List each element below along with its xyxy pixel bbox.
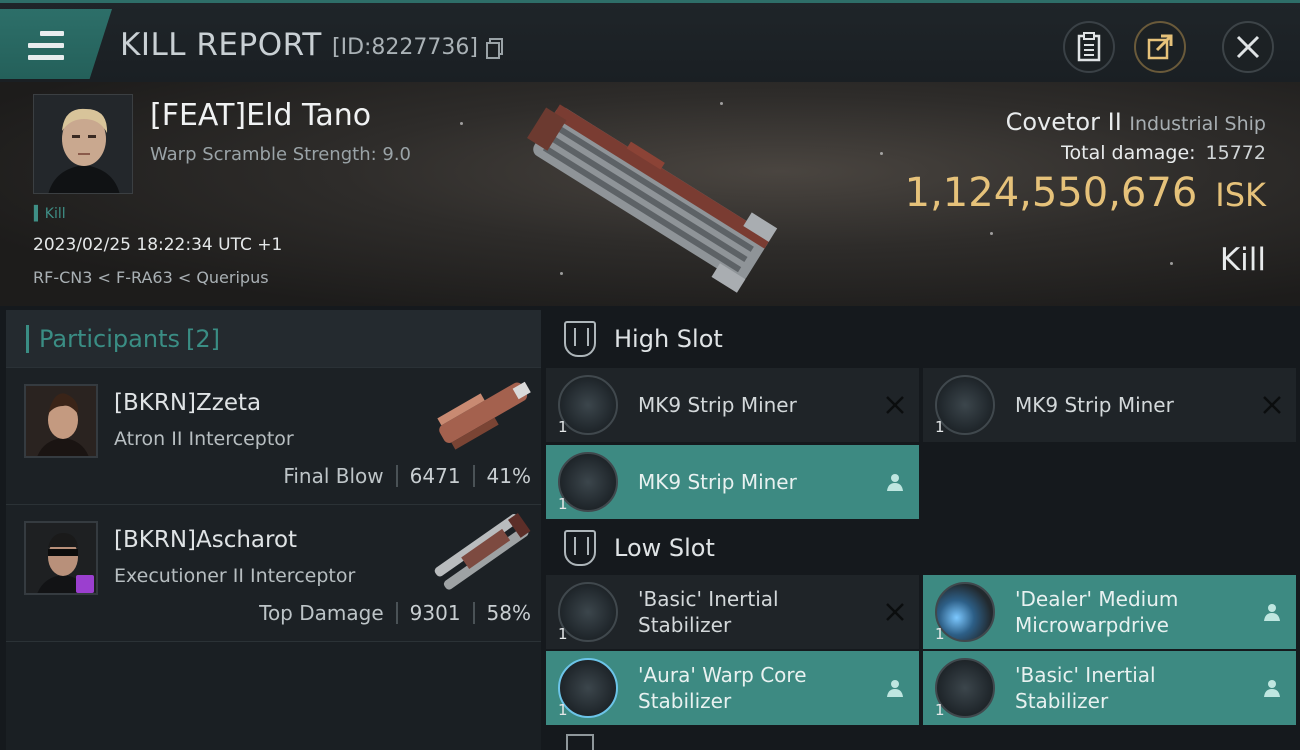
module-quantity: 1 — [558, 418, 568, 436]
total-damage-label: Total damage: — [1061, 142, 1196, 164]
destroyed-icon — [886, 396, 904, 414]
title-bar: KILL REPORT [ID:8227736] — [0, 0, 1300, 82]
kill-timestamp: 2023/02/25 18:22:34 UTC +1 — [33, 235, 283, 255]
total-damage: Total damage: 15772 — [1061, 142, 1266, 164]
share-icon — [1147, 34, 1173, 60]
module-item[interactable]: 1 'Basic' Inertial Stabilizer — [923, 651, 1296, 725]
low-slot-icon — [564, 530, 596, 566]
clipboard-button[interactable] — [1063, 21, 1115, 73]
module-quantity: 1 — [558, 495, 568, 513]
module-quantity: 1 — [935, 418, 945, 436]
high-slot-header: High Slot — [546, 310, 1300, 368]
participant-role: Top Damage — [259, 601, 384, 625]
participants-label: Participants — [39, 324, 180, 353]
participant-avatar[interactable] — [24, 521, 98, 595]
dropped-icon — [1264, 604, 1280, 621]
destroyed-icon — [1263, 396, 1281, 414]
participant-stats: Top Damage 9301 58% — [259, 601, 531, 625]
module-item[interactable]: 1 'Basic' Inertial Stabilizer — [546, 575, 919, 649]
participant-name[interactable]: [BKRN]Zzeta — [114, 390, 261, 416]
module-item[interactable]: 1 MK9 Strip Miner — [546, 445, 919, 519]
isk-value-row: 1,124,550,676 ISK — [905, 170, 1266, 216]
module-name: 'Basic' Inertial Stabilizer — [1015, 663, 1156, 713]
participant-ship: Atron II Interceptor — [114, 428, 294, 450]
module-item[interactable]: 1 'Dealer' Medium Microwarpdrive — [923, 575, 1296, 649]
participant-row[interactable]: [BKRN]Zzeta Atron II Interceptor Final B… — [6, 368, 541, 505]
module-name: 'Basic' Inertial Stabilizer — [638, 587, 779, 637]
participant-percent: 41% — [486, 464, 531, 488]
participant-percent: 58% — [486, 601, 531, 625]
module-name: MK9 Strip Miner — [638, 470, 797, 494]
window-title: KILL REPORT — [120, 27, 322, 63]
low-slot-title: Low Slot — [614, 534, 715, 562]
dropped-icon — [1264, 680, 1280, 697]
destroyed-icon — [886, 603, 904, 621]
module-quantity: 1 — [558, 625, 568, 643]
total-damage-value: 15772 — [1205, 142, 1266, 164]
fitting-panel: High Slot 1 MK9 Strip Miner 1 MK9 Strip … — [546, 310, 1300, 750]
participants-header[interactable]: Participants [2] — [6, 310, 541, 368]
dropped-icon — [887, 680, 903, 697]
victim-portrait[interactable] — [33, 94, 133, 194]
module-quantity: 1 — [935, 701, 945, 719]
next-slot-icon — [566, 734, 594, 750]
header-accent-bar — [26, 324, 29, 353]
victim-ship-name[interactable]: Covetor II — [1006, 108, 1122, 136]
isk-unit: ISK — [1215, 176, 1266, 214]
module-name: MK9 Strip Miner — [638, 393, 797, 417]
copy-icon[interactable] — [486, 38, 504, 60]
kill-location[interactable]: RF-CN3 < F-RA63 < Queripus — [33, 268, 269, 287]
participants-count: [2] — [185, 324, 220, 353]
participants-panel: Participants [2] [BKRN]Zzeta Atron II In… — [6, 310, 541, 750]
module-item[interactable]: 1 'Aura' Warp Core Stabilizer — [546, 651, 919, 725]
participant-ship-image[interactable] — [421, 511, 541, 591]
low-slot-header: Low Slot — [546, 519, 1300, 577]
high-slot-title: High Slot — [614, 325, 723, 353]
victim-ship-type: Industrial Ship — [1129, 113, 1266, 135]
module-quantity: 1 — [558, 701, 568, 719]
warp-scramble-strength: Warp Scramble Strength: 9.0 — [150, 144, 412, 165]
module-name: 'Dealer' Medium Microwarpdrive — [1015, 587, 1179, 637]
victim-banner: [FEAT]Eld Tano Warp Scramble Strength: 9… — [0, 82, 1300, 306]
participant-damage: 6471 — [409, 464, 461, 488]
dropped-icon — [887, 474, 903, 491]
module-name: 'Aura' Warp Core Stabilizer — [638, 663, 807, 713]
participant-stats: Final Blow 6471 41% — [283, 464, 531, 488]
close-icon — [1236, 35, 1260, 59]
share-button[interactable] — [1134, 21, 1186, 73]
participant-ship-image[interactable] — [421, 374, 541, 454]
isk-value: 1,124,550,676 — [904, 170, 1198, 216]
participant-avatar[interactable] — [24, 384, 98, 458]
participant-role: Final Blow — [283, 464, 384, 488]
kill-tag: ▍Kill — [34, 206, 66, 222]
participant-damage: 9301 — [409, 601, 461, 625]
role-badge-icon — [76, 575, 94, 593]
module-item[interactable]: 1 MK9 Strip Miner — [923, 368, 1296, 442]
kill-tag-label: Kill — [44, 206, 66, 222]
participant-ship: Executioner II Interceptor — [114, 565, 356, 587]
close-button[interactable] — [1222, 21, 1274, 73]
clipboard-icon — [1077, 32, 1101, 62]
module-quantity: 1 — [935, 625, 945, 643]
hamburger-menu-icon — [28, 31, 64, 61]
victim-ship-image[interactable] — [505, 96, 795, 296]
module-item[interactable]: 1 MK9 Strip Miner — [546, 368, 919, 442]
participant-row[interactable]: [BKRN]Ascharot Executioner II Intercepto… — [6, 505, 541, 642]
high-slot-icon — [564, 321, 596, 357]
victim-name[interactable]: [FEAT]Eld Tano — [150, 98, 371, 133]
module-name: MK9 Strip Miner — [1015, 393, 1174, 417]
menu-button[interactable] — [0, 9, 112, 79]
victim-ship: Covetor II Industrial Ship — [1006, 108, 1266, 136]
report-id: [ID:8227736] — [332, 35, 478, 60]
participant-name[interactable]: [BKRN]Ascharot — [114, 527, 297, 553]
kill-result: Kill — [1219, 242, 1266, 278]
